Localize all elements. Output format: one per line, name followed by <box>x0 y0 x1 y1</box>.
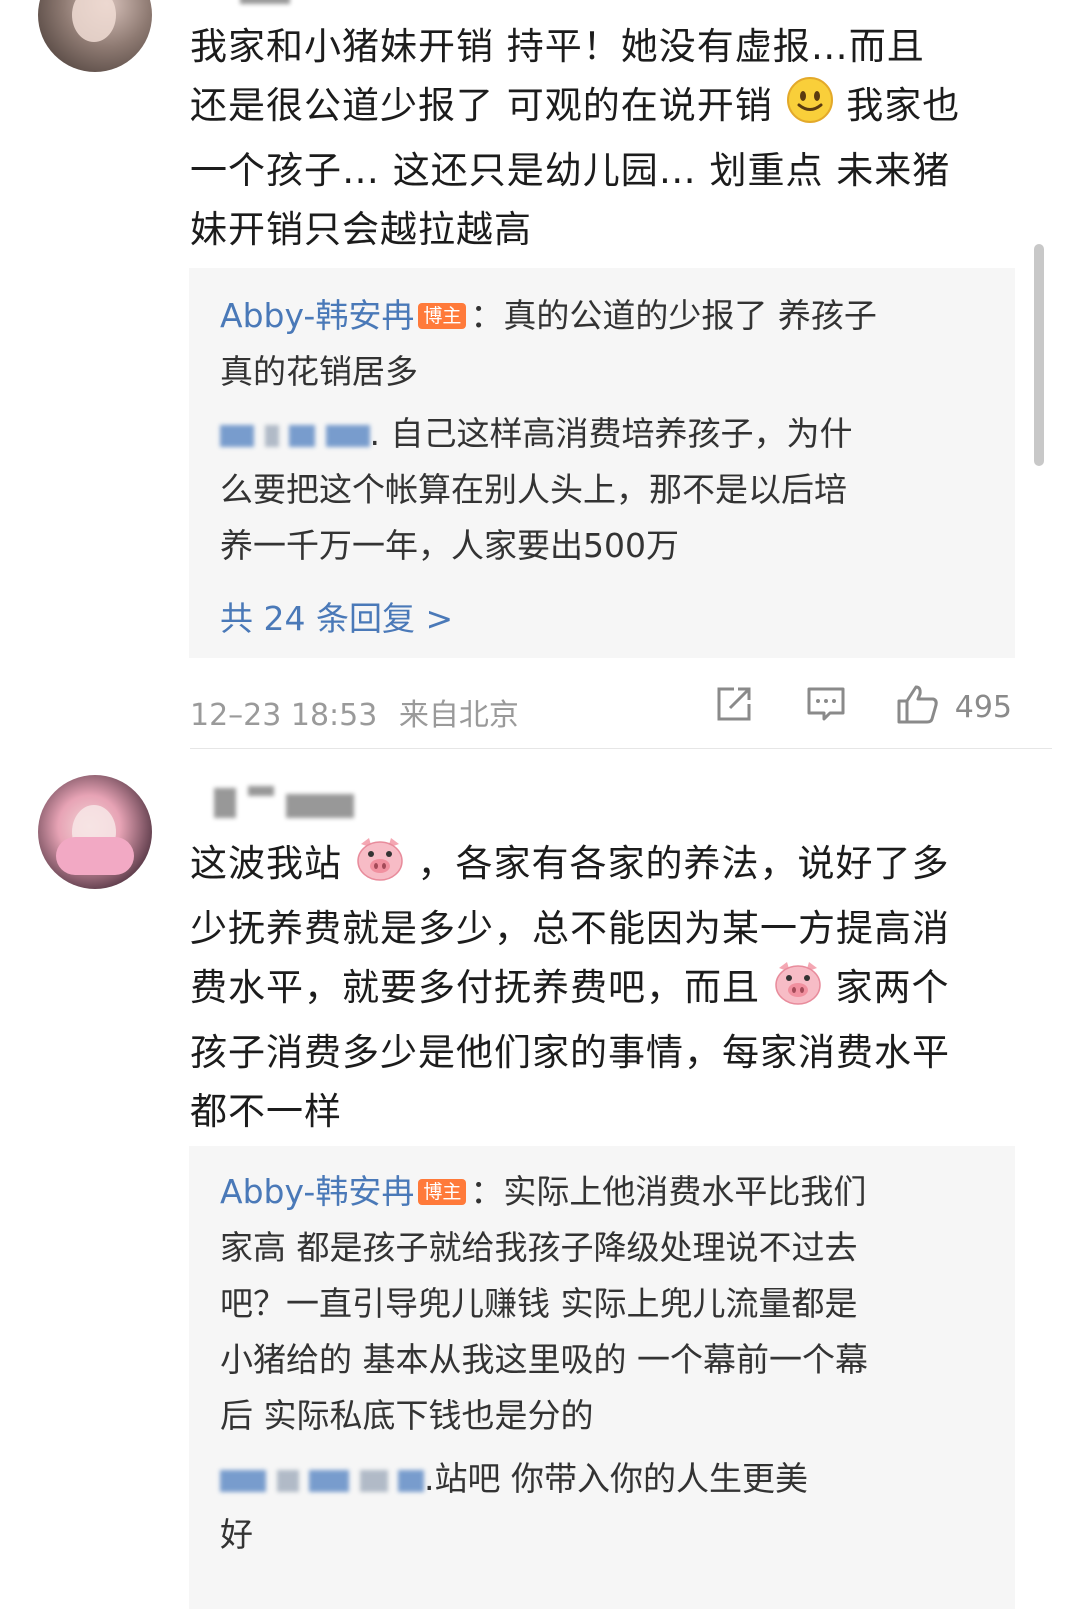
username-blur-block <box>286 794 354 818</box>
reply-text: ：真的公道的少报了 养孩子 <box>470 296 877 335</box>
reply-box[interactable]: Abby-韩安冉 博主 ：真的公道的少报了 养孩子 真的花销居多 . 自己这样高消费… <box>189 268 1015 658</box>
thumbs-up-icon[interactable] <box>896 684 940 724</box>
reply-line: .站吧 你带入你的人生更美 <box>220 1451 980 1507</box>
comment-text-line: 还是很公道少报了 可观的在说开销 我家也 <box>190 76 1020 141</box>
pig-emoji-icon <box>355 836 405 899</box>
username-blur-block <box>248 786 274 796</box>
comment-text-segment: 费水平，就要多付抚养费吧，而且 <box>190 966 760 1009</box>
more-replies-link[interactable]: 共 24 条回复 > <box>220 592 453 640</box>
comment-text-line: 我家和小猪妹开销 持平！她没有虚报…而且 <box>190 25 925 68</box>
reply-line: 么要把这个帐算在别人头上，那不是以后培 <box>220 470 847 509</box>
comment-text-segment: 我家也 <box>846 84 961 127</box>
comment-text-segment: ，各家有各家的养法，说好了多 <box>417 842 950 885</box>
comment-text-line: 都不一样 <box>190 1090 342 1133</box>
author-badge: 博主 <box>418 1179 467 1205</box>
share-icon[interactable] <box>714 684 754 724</box>
reply-text: ：实际上他消费水平比我们 <box>470 1172 867 1211</box>
reply-item: Abby-韩安冉 博主 ：实际上他消费水平比我们 家高 都是孩子就给我孩子降级处理说… <box>220 1164 980 1444</box>
comment-text-line: 费水平，就要多付抚养费吧，而且 家两个 <box>190 958 1020 1023</box>
blurred-username <box>276 1469 299 1492</box>
avatar[interactable] <box>38 775 152 889</box>
reply-line: 吧？一直引导兜儿赚钱 实际上兜儿流量都是 <box>220 1284 858 1323</box>
comment-text-segment: 还是很公道少报了 可观的在说开销 <box>190 84 773 127</box>
reply-line: . 自己这样高消费培养孩子，为什 <box>220 406 980 462</box>
reply-line: 小猪给的 基本从我这里吸的 一个幕前一个幕 <box>220 1340 868 1379</box>
avatar-detail <box>56 837 134 875</box>
reply-line: Abby-韩安冉 博主 ：实际上他消费水平比我们 <box>220 1164 980 1220</box>
reply-text: . 自己这样高消费培养孩子，为什 <box>369 414 853 453</box>
reply-line: 真的花销居多 <box>220 352 418 391</box>
comment-text: 我家和小猪妹开销 持平！她没有虚报…而且 还是很公道少报了 可观的在说开销 我家… <box>190 17 1020 259</box>
comment-location: 来自北京 <box>398 698 519 733</box>
blurred-username <box>398 1469 424 1492</box>
comment-text-segment: 家两个 <box>835 966 950 1009</box>
blurred-username <box>325 424 370 447</box>
reply-box[interactable]: Abby-韩安冉 博主 ：实际上他消费水平比我们 家高 都是孩子就给我孩子降级处理说… <box>189 1146 1015 1609</box>
comment-text-line: 这波我站 ，各家有各家的养法，说好了多 <box>190 834 1020 899</box>
scrollbar[interactable] <box>1034 244 1044 466</box>
blurred-username <box>264 424 279 447</box>
smile-emoji-icon <box>786 76 834 141</box>
reply-line: 好 <box>220 1515 253 1554</box>
username-blur-block <box>214 788 236 818</box>
blurred-username <box>289 424 315 447</box>
like-count: 495 <box>954 690 1012 725</box>
comment-time: 12–23 18:53 <box>190 698 378 733</box>
reply-line: Abby-韩安冉 博主 ：真的公道的少报了 养孩子 <box>220 288 980 344</box>
comment-text-line: 一个孩子… 这还只是幼儿园… 划重点 未来猪 <box>190 149 951 192</box>
reply-item: Abby-韩安冉 博主 ：真的公道的少报了 养孩子 真的花销居多 <box>220 288 980 400</box>
reply-text: .站吧 你带入你的人生更美 <box>424 1459 808 1498</box>
comment-divider <box>190 748 1052 749</box>
comment-text: 这波我站 ，各家有各家的养法，说好了多 少抚养费就是多少，总不能因为某一方提高消… <box>190 834 1020 1141</box>
blurred-username[interactable] <box>220 424 254 447</box>
author-badge: 博主 <box>418 303 467 329</box>
reply-line: 后 实际私底下钱也是分的 <box>220 1396 594 1435</box>
comment-timestamp: 12–23 18:53 来自北京 <box>190 690 519 734</box>
pig-emoji-icon <box>773 960 823 1023</box>
reply-item: . 自己这样高消费培养孩子，为什 么要把这个帐算在别人头上，那不是以后培 养一千… <box>220 406 980 574</box>
reply-line: 养一千万一年，人家要出500万 <box>220 526 679 565</box>
comment-text-line: 妹开销只会越拉越高 <box>190 208 532 251</box>
reply-item: .站吧 你带入你的人生更美 好 <box>220 1451 980 1563</box>
blurred-username[interactable] <box>220 1469 266 1492</box>
reply-author-link[interactable]: Abby-韩安冉 <box>220 296 414 335</box>
reply-author-link[interactable]: Abby-韩安冉 <box>220 1172 414 1211</box>
comment-text-line: 孩子消费多少是他们家的事情，每家消费水平 <box>190 1031 950 1074</box>
comment-text-segment: 这波我站 <box>190 842 342 885</box>
comment-icon[interactable] <box>806 684 846 724</box>
blurred-username <box>359 1469 388 1492</box>
username-blurred[interactable] <box>240 0 290 4</box>
avatar[interactable] <box>38 0 152 72</box>
avatar-face <box>72 0 116 42</box>
comment-text-line: 少抚养费就是多少，总不能因为某一方提高消 <box>190 907 950 950</box>
blurred-username <box>309 1469 349 1492</box>
reply-line: 家高 都是孩子就给我孩子降级处理说不过去 <box>220 1228 858 1267</box>
comment-meta-row: 12–23 18:53 来自北京 495 <box>190 684 1016 734</box>
